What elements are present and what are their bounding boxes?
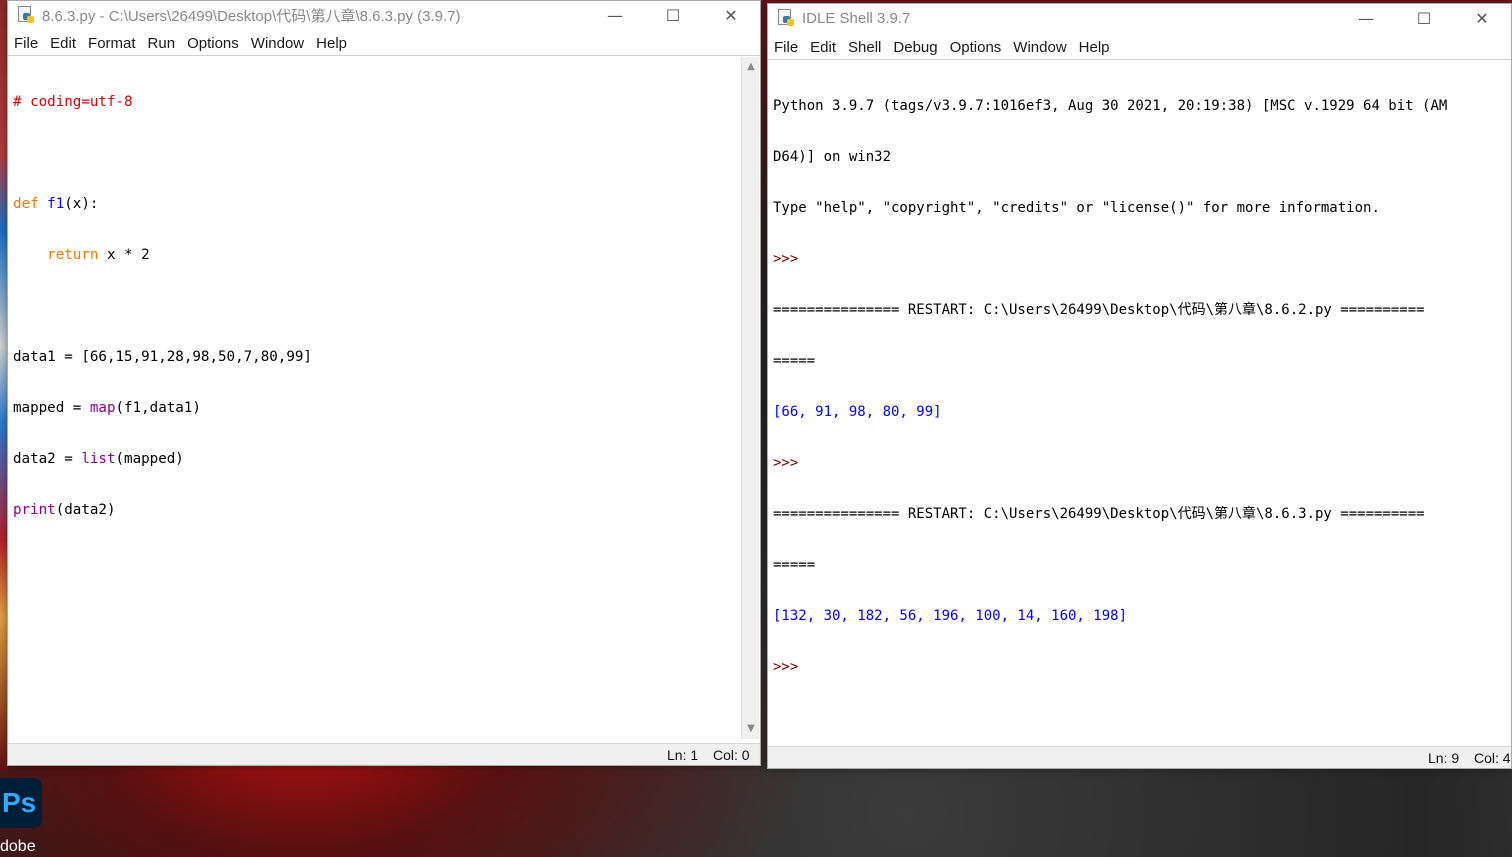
code-line: print(data2) bbox=[13, 502, 116, 518]
code-line: data1 = [66,15,91,28,98,50,7,80,99] bbox=[13, 349, 312, 365]
column-number: Col: 4 bbox=[1474, 750, 1511, 766]
restart-line: ===== bbox=[773, 557, 816, 573]
code-line: data2 = list(mapped) bbox=[13, 451, 184, 467]
minimize-button[interactable]: — bbox=[1337, 4, 1395, 32]
minimize-button[interactable]: — bbox=[586, 1, 644, 29]
output-line: [132, 30, 182, 56, 196, 100, 14, 160, 19… bbox=[773, 608, 1128, 624]
editor-window: 8.6.3.py - C:\Users\26499\Desktop\代码\第八章… bbox=[7, 0, 761, 766]
column-number: Col: 0 bbox=[713, 747, 750, 763]
output-line: [66, 91, 98, 80, 99] bbox=[773, 404, 942, 420]
menu-debug[interactable]: Debug bbox=[887, 39, 943, 56]
code-editor[interactable]: # coding=utf-8 def f1(x): return x * 2 d… bbox=[8, 60, 740, 740]
editor-titlebar[interactable]: 8.6.3.py - C:\Users\26499\Desktop\代码\第八章… bbox=[8, 1, 760, 29]
code-line: return x * 2 bbox=[47, 247, 150, 263]
menu-edit[interactable]: Edit bbox=[44, 35, 82, 52]
prompt-line: >>> bbox=[773, 455, 799, 471]
banner-line: D64)] on win32 bbox=[773, 149, 892, 165]
editor-scrollbar[interactable]: ▲ ▼ bbox=[741, 57, 759, 739]
menu-shell[interactable]: Shell bbox=[842, 39, 887, 56]
prompt-line: >>> bbox=[773, 251, 799, 267]
prompt-line: >>> bbox=[773, 659, 799, 675]
editor-menubar: File Edit Format Run Options Window Help bbox=[8, 32, 760, 56]
maximize-button[interactable]: ☐ bbox=[644, 1, 702, 29]
menu-window[interactable]: Window bbox=[1007, 39, 1072, 56]
shell-statusbar: Ln: 9 Col: 4 bbox=[768, 746, 1511, 768]
banner-line: Type "help", "copyright", "credits" or "… bbox=[773, 200, 1380, 216]
menu-help[interactable]: Help bbox=[310, 35, 353, 52]
menu-window[interactable]: Window bbox=[245, 35, 310, 52]
photoshop-label: dobe bbox=[0, 838, 36, 855]
close-button[interactable]: ✕ bbox=[702, 1, 760, 29]
shell-window: IDLE Shell 3.9.7 — ☐ ✕ File Edit Shell D… bbox=[767, 3, 1512, 769]
python-file-icon bbox=[18, 6, 34, 24]
banner-line: Python 3.9.7 (tags/v3.9.7:1016ef3, Aug 3… bbox=[773, 98, 1448, 114]
scroll-up-icon[interactable]: ▲ bbox=[742, 59, 760, 75]
maximize-button[interactable]: ☐ bbox=[1395, 4, 1453, 32]
menu-options[interactable]: Options bbox=[181, 35, 245, 52]
shell-output[interactable]: Python 3.9.7 (tags/v3.9.7:1016ef3, Aug 3… bbox=[768, 64, 1511, 744]
menu-edit[interactable]: Edit bbox=[804, 39, 842, 56]
menu-file[interactable]: File bbox=[768, 39, 804, 56]
close-button[interactable]: ✕ bbox=[1453, 4, 1511, 32]
menu-format[interactable]: Format bbox=[82, 35, 142, 52]
scroll-down-icon[interactable]: ▼ bbox=[742, 721, 760, 737]
python-shell-icon bbox=[778, 9, 794, 27]
shell-titlebar[interactable]: IDLE Shell 3.9.7 — ☐ ✕ bbox=[768, 4, 1511, 32]
shell-title: IDLE Shell 3.9.7 bbox=[802, 9, 911, 27]
editor-statusbar: Ln: 1 Col: 0 bbox=[8, 743, 760, 765]
restart-line: =============== RESTART: C:\Users\26499\… bbox=[773, 506, 1425, 522]
menu-file[interactable]: File bbox=[8, 35, 44, 52]
code-line: def f1(x): bbox=[13, 196, 99, 212]
restart-line: =============== RESTART: C:\Users\26499\… bbox=[773, 302, 1425, 318]
menu-run[interactable]: Run bbox=[142, 35, 182, 52]
photoshop-icon[interactable]: Ps bbox=[0, 778, 42, 828]
editor-title: 8.6.3.py - C:\Users\26499\Desktop\代码\第八章… bbox=[42, 7, 461, 25]
line-number: Ln: 9 bbox=[1428, 750, 1460, 766]
menu-help[interactable]: Help bbox=[1073, 39, 1116, 56]
restart-line: ===== bbox=[773, 353, 816, 369]
code-line: # coding=utf-8 bbox=[13, 94, 133, 110]
shell-menubar: File Edit Shell Debug Options Window Hel… bbox=[768, 36, 1511, 60]
menu-options[interactable]: Options bbox=[944, 39, 1008, 56]
code-line: mapped = map(f1,data1) bbox=[13, 400, 201, 416]
line-number: Ln: 1 bbox=[667, 747, 699, 763]
